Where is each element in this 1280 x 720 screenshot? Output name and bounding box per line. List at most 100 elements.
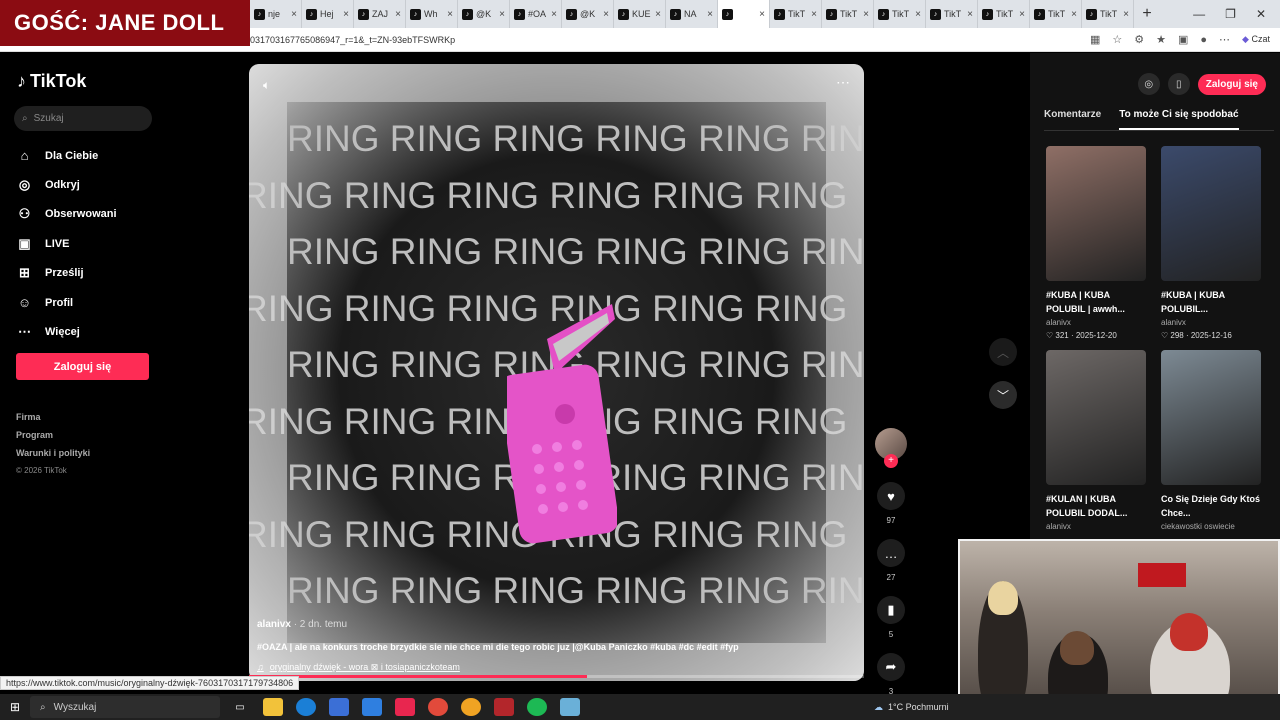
close-icon[interactable]: × [967, 9, 973, 20]
video-sound-link[interactable]: ♫ oryginalny dźwięk - wora ⊠ i tosiapani… [257, 662, 857, 673]
browser-tab[interactable]: ♪ TikT × [1082, 0, 1134, 28]
close-window-icon[interactable]: ✕ [1256, 7, 1266, 21]
compass-small-icon[interactable]: ◎ [1137, 73, 1160, 95]
copilot-button[interactable]: ◆ Czat [1242, 34, 1270, 45]
share-button[interactable]: ➦ [877, 653, 905, 681]
video-player[interactable]: RING RING RING RING RING RING RING RING R… [249, 64, 864, 681]
browser-tab[interactable]: ♪ TikT × [770, 0, 822, 28]
search-input[interactable]: ⌕ Szukaj [14, 106, 152, 131]
browser-tab[interactable]: ♪ nje × [250, 0, 302, 28]
comment-button[interactable]: … [877, 539, 905, 567]
tab-recommended[interactable]: To może Ci się spodobać [1119, 109, 1239, 130]
close-icon[interactable]: × [447, 9, 453, 20]
card-thumbnail[interactable] [1161, 350, 1261, 485]
like-button[interactable]: ♥ [877, 482, 905, 510]
browser-tab[interactable]: ♪ TikT × [1030, 0, 1082, 28]
close-icon[interactable]: × [1123, 9, 1129, 20]
close-icon[interactable]: × [343, 9, 349, 20]
menu-dots-icon[interactable]: ⋯ [1219, 33, 1230, 46]
browser-tab[interactable]: ♪ KUE × [614, 0, 666, 28]
footer-link-terms[interactable]: Warunki i polityki [16, 444, 90, 462]
browser-tab[interactable]: ♪ Wh × [406, 0, 458, 28]
sidebar-item-więcej[interactable]: ⋯ Więcej [16, 317, 216, 346]
file-explorer-icon[interactable] [263, 698, 283, 716]
close-icon[interactable]: × [1019, 9, 1025, 20]
sidebar-item-live[interactable]: ▣ LIVE [16, 229, 216, 258]
task-view-icon[interactable]: ▭ [230, 698, 250, 716]
card-title[interactable]: #KULAN | KUBA POLUBIL DODAL... [1046, 492, 1146, 520]
browser-tab[interactable]: ♪ TikT × [926, 0, 978, 28]
recommended-card[interactable]: #KUBA | KUBA POLUBIL... alanivx ♡ 298 · 20… [1161, 146, 1261, 340]
favorite-star-icon[interactable]: ☆ [1112, 33, 1122, 46]
maximize-icon[interactable]: ❐ [1225, 7, 1236, 21]
taskbar-search[interactable]: ⌕ Wyszukaj [30, 696, 220, 718]
extensions-icon[interactable]: ⚙ [1134, 33, 1144, 46]
minimize-icon[interactable]: — [1193, 7, 1205, 21]
close-icon[interactable]: × [395, 9, 401, 20]
card-author[interactable]: ciekawostki oswiecie [1161, 522, 1261, 531]
card-author[interactable]: alanivx [1161, 318, 1261, 327]
card-thumbnail[interactable] [1161, 146, 1261, 281]
close-icon[interactable]: × [603, 9, 609, 20]
spotify-icon[interactable] [527, 698, 547, 716]
browser-tab[interactable]: ♪ #OA × [510, 0, 562, 28]
browser-tab[interactable]: ♪ NA × [666, 0, 718, 28]
card-title[interactable]: #KUBA | KUBA POLUBIL | awwh... [1046, 288, 1146, 316]
card-author[interactable]: alanivx [1046, 318, 1146, 327]
next-video-button[interactable]: ﹀ [989, 381, 1017, 409]
recommended-card[interactable]: Co Się Dzieje Gdy Ktoś Chce... ciekawostk… [1161, 350, 1261, 535]
sidebar-item-obserwowani[interactable]: ⚇ Obserwowani [16, 200, 216, 229]
url-text[interactable]: 031703167765086947_r=1&_t=ZN-93ebTFSWRKp [250, 35, 455, 45]
video-more-icon[interactable]: ⋯ [836, 74, 850, 91]
mute-icon[interactable]: 🔈︎ [263, 78, 270, 93]
card-thumbnail[interactable] [1046, 146, 1146, 281]
sidebar-item-prześlij[interactable]: ⊞ Prześlij [16, 259, 216, 288]
recommended-card[interactable]: #KULAN | KUBA POLUBIL DODAL... alanivx [1046, 350, 1146, 535]
firefox-icon[interactable] [461, 698, 481, 716]
browser-tab[interactable]: ♪ TikT × [874, 0, 926, 28]
chrome-icon[interactable] [428, 698, 448, 716]
previous-video-button[interactable]: ︿ [989, 338, 1017, 366]
phone-icon[interactable]: ▯ [1167, 73, 1190, 95]
browser-tab[interactable]: ♪ Hej × [302, 0, 354, 28]
stream-app-icon[interactable] [494, 698, 514, 716]
card-title[interactable]: Co Się Dzieje Gdy Ktoś Chce... [1161, 492, 1261, 520]
close-icon[interactable]: × [551, 9, 557, 20]
sidebar-item-dla-ciebie[interactable]: ⌂ Dla Ciebie [16, 141, 216, 170]
top-login-button[interactable]: Zaloguj się [1197, 73, 1266, 95]
browser-tab[interactable]: ♪ TikT × [822, 0, 874, 28]
video-progress-bar[interactable] [249, 675, 864, 678]
new-tab-button[interactable]: + [1134, 5, 1160, 23]
close-icon[interactable]: × [499, 9, 505, 20]
browser-tab[interactable]: ♪ TikT × [978, 0, 1030, 28]
close-icon[interactable]: × [759, 9, 765, 20]
close-icon[interactable]: × [1071, 9, 1077, 20]
card-title[interactable]: #KUBA | KUBA POLUBIL... [1161, 288, 1261, 316]
card-thumbnail[interactable] [1046, 350, 1146, 485]
close-icon[interactable]: × [863, 9, 869, 20]
browser-tab[interactable]: ♪ × [718, 0, 770, 28]
creator-avatar[interactable]: + [875, 428, 907, 468]
tiktok-app-icon[interactable] [395, 698, 415, 716]
edge-icon[interactable] [296, 698, 316, 716]
sidebar-login-button[interactable]: Zaloguj się [16, 353, 149, 380]
mail-icon[interactable] [362, 698, 382, 716]
favorites-icon[interactable]: ★ [1156, 33, 1166, 46]
video-author[interactable]: alanivx [257, 619, 291, 630]
windows-start-button[interactable]: ⊞ [0, 700, 30, 714]
store-icon[interactable] [329, 698, 349, 716]
close-icon[interactable]: × [655, 9, 661, 20]
sidebar-item-profil[interactable]: ☺ Profil [16, 288, 216, 317]
close-icon[interactable]: × [707, 9, 713, 20]
collections-icon[interactable]: ▣ [1178, 33, 1188, 46]
card-author[interactable]: alanivx [1046, 522, 1146, 531]
close-icon[interactable]: × [291, 9, 297, 20]
close-icon[interactable]: × [811, 9, 817, 20]
tiktok-logo[interactable]: ♪ TikTok [17, 71, 86, 92]
profile-avatar-icon[interactable]: ● [1200, 34, 1207, 46]
app-icon[interactable] [560, 698, 580, 716]
footer-link-company[interactable]: Firma [16, 408, 90, 426]
browser-tab[interactable]: ♪ @K × [562, 0, 614, 28]
weather-widget[interactable]: ☁ 1°C Pochmurni [874, 694, 949, 720]
save-button[interactable]: ▮ [877, 596, 905, 624]
